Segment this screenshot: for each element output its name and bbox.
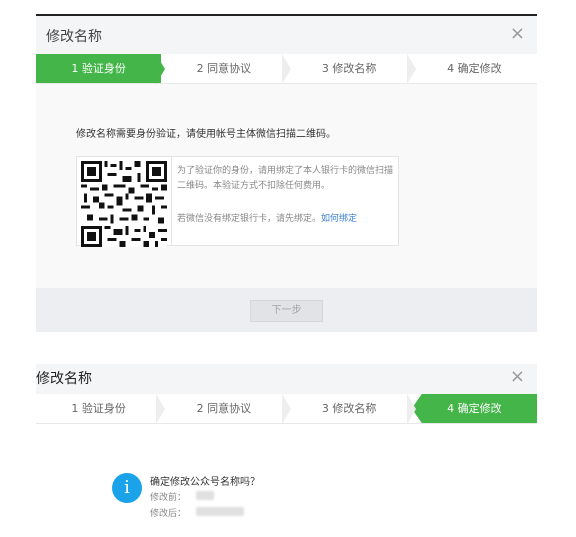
step-2: 2 同意协议	[161, 54, 291, 84]
verify-dialog: 修改名称 × 1 验证身份 2 同意协议 3 修改名称 4 确定修改 修改名称需…	[36, 14, 537, 332]
dialog-header: 修改名称 ×	[36, 364, 537, 394]
qr-divider	[171, 157, 172, 245]
step-1: 1 验证身份	[36, 54, 166, 84]
qr-panel: 为了验证你的身份，请用绑定了本人银行卡的微信扫描二维码。本验证方式不扣除任何费用…	[76, 156, 399, 247]
close-icon[interactable]: ×	[510, 23, 525, 44]
step-4: 4 确定修改	[411, 394, 537, 423]
dialog-title: 修改名称	[36, 371, 92, 387]
confirm-body: i 确定修改公众号名称吗？ 修改前： 修改后：	[36, 424, 537, 537]
confirm-dialog: 修改名称 × 1 验证身份 2 同意协议 3 修改名称 4 确定修改 i 确定修…	[36, 364, 537, 537]
step-bar: 1 验证身份 2 同意协议 3 修改名称 4 确定修改	[36, 54, 537, 84]
after-label: 修改后：	[150, 509, 187, 519]
before-value-redacted	[196, 491, 214, 500]
step-3: 3 修改名称	[287, 54, 417, 84]
qr-code-icon	[81, 161, 167, 247]
next-step-button[interactable]: 下一步	[250, 300, 323, 322]
dialog-body: 修改名称需要身份验证，请使用帐号主体微信扫描二维码。 为了验证你的身份，请用绑定…	[36, 84, 537, 288]
intro-text: 修改名称需要身份验证，请使用帐号主体微信扫描二维码。	[76, 129, 336, 140]
step-2: 2 同意协议	[161, 394, 291, 424]
before-label: 修改前：	[150, 493, 187, 503]
qr-note: 若微信没有绑定银行卡，请先绑定。如何绑定	[177, 211, 357, 224]
confirm-question: 确定修改公众号名称吗？	[150, 477, 260, 488]
dialog-footer: 下一步	[36, 288, 537, 332]
qr-instructions: 为了验证你的身份，请用绑定了本人银行卡的微信扫描二维码。本验证方式不扣除任何费用…	[177, 166, 394, 191]
step-bar: 1 验证身份 2 同意协议 3 修改名称 4 确定修改	[36, 394, 537, 424]
after-value-redacted	[196, 507, 244, 516]
bind-card-note: 若微信没有绑定银行卡，请先绑定。	[177, 214, 322, 224]
close-icon[interactable]: ×	[510, 366, 525, 387]
info-icon: i	[112, 473, 142, 503]
step-1: 1 验证身份	[36, 394, 166, 424]
dialog-header: 修改名称 ×	[36, 16, 537, 54]
dialog-title: 修改名称	[46, 29, 102, 45]
step-3: 3 修改名称	[287, 394, 417, 424]
how-to-bind-link[interactable]: 如何绑定	[321, 214, 357, 224]
step-4: 4 确定修改	[447, 62, 502, 75]
